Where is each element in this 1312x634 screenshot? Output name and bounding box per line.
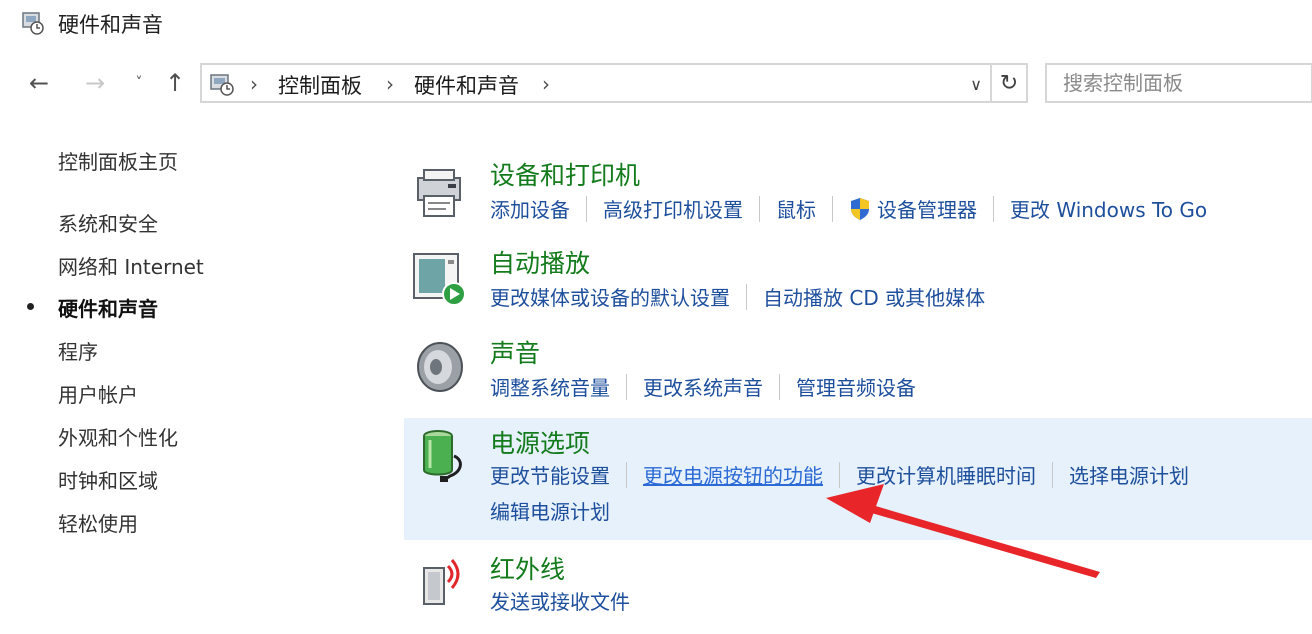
link-divider <box>779 373 780 400</box>
link-change-windows-to-go[interactable]: 更改 Windows To Go <box>1010 194 1207 223</box>
sidebar-home-link[interactable]: 控制面板主页 <box>58 146 178 175</box>
breadcrumb-control-panel[interactable]: 控制面板 <box>278 70 362 100</box>
link-change-system-sounds[interactable]: 更改系统声音 <box>643 372 763 401</box>
link-advanced-printer-setup[interactable]: 高级打印机设置 <box>603 194 743 223</box>
link-divider <box>1052 461 1053 488</box>
link-divider <box>586 195 587 222</box>
link-divider <box>626 461 627 488</box>
link-autoplay-cd[interactable]: 自动播放 CD 或其他媒体 <box>763 282 985 311</box>
refresh-button[interactable]: ↻ <box>992 63 1028 103</box>
battery-icon <box>423 430 462 482</box>
sidebar-item-appearance[interactable]: 外观和个性化 <box>58 422 178 451</box>
sidebar-item-system-security[interactable]: 系统和安全 <box>58 208 158 237</box>
speaker-icon <box>417 342 463 392</box>
category-title-infrared[interactable]: 红外线 <box>490 550 565 586</box>
link-change-power-saving[interactable]: 更改节能设置 <box>490 460 610 489</box>
infrared-icon <box>423 559 460 605</box>
link-add-device[interactable]: 添加设备 <box>490 194 570 223</box>
sidebar-item-user-accounts[interactable]: 用户帐户 <box>58 379 138 408</box>
category-autoplay: 自动播放 更改媒体或设备的默认设置 自动播放 CD 或其他媒体 <box>404 236 1312 326</box>
autoplay-icon <box>413 253 466 306</box>
link-manage-audio-devices[interactable]: 管理音频设备 <box>796 372 916 401</box>
breadcrumb-separator[interactable]: › <box>386 72 394 96</box>
link-edit-power-plan[interactable]: 编辑电源计划 <box>490 496 610 525</box>
sidebar-item-programs[interactable]: 程序 <box>58 336 98 365</box>
current-item-bullet <box>27 303 34 310</box>
link-device-manager-label: 设备管理器 <box>877 198 977 222</box>
link-device-manager[interactable]: 设备管理器 <box>849 194 977 223</box>
category-power-options: 电源选项 更改节能设置 更改电源按钮的功能 更改计算机睡眠时间 选择电源计划 编… <box>404 418 1312 540</box>
category-devices-printers: 设备和打印机 添加设备 高级打印机设置 鼠标 设备管理器 更改 Windows … <box>404 150 1312 236</box>
back-button[interactable]: ← <box>22 68 56 98</box>
search-input[interactable] <box>1045 63 1312 103</box>
link-change-default-media-settings[interactable]: 更改媒体或设备的默认设置 <box>490 282 730 311</box>
breadcrumb-separator[interactable]: › <box>542 72 550 96</box>
category-title-autoplay[interactable]: 自动播放 <box>490 244 590 280</box>
link-mouse[interactable]: 鼠标 <box>776 194 816 223</box>
sidebar-item-clock-region[interactable]: 时钟和区域 <box>58 465 158 494</box>
category-sound: 声音 调整系统音量 更改系统声音 管理音频设备 <box>404 326 1312 414</box>
breadcrumb-separator[interactable]: › <box>250 72 258 96</box>
window-title: 硬件和声音 <box>58 13 163 37</box>
links-power-options-row2: 编辑电源计划 <box>490 496 610 525</box>
category-title-sound[interactable]: 声音 <box>490 334 540 370</box>
sidebar-item-network-internet[interactable]: 网络和 Internet <box>58 251 204 280</box>
up-button[interactable]: ↑ <box>160 68 190 98</box>
link-divider <box>759 195 760 222</box>
link-divider <box>993 195 994 222</box>
control-panel-icon <box>22 12 44 35</box>
link-change-power-button[interactable]: 更改电源按钮的功能 <box>643 460 823 489</box>
printer-icon <box>417 169 461 217</box>
control-panel-icon <box>210 74 234 96</box>
uac-shield-icon <box>851 197 869 220</box>
links-power-options: 更改节能设置 更改电源按钮的功能 更改计算机睡眠时间 选择电源计划 <box>490 460 1189 489</box>
navigation-bar: ← → ˅ ↑ › 控制面板 › 硬件和声音 › ∨ ↻ <box>0 58 1312 112</box>
breadcrumb-hardware-sound[interactable]: 硬件和声音 <box>414 70 519 100</box>
category-title-devices-printers[interactable]: 设备和打印机 <box>490 156 640 192</box>
links-infrared: 发送或接收文件 <box>490 586 630 615</box>
link-adjust-volume[interactable]: 调整系统音量 <box>490 372 610 401</box>
category-title-power-options[interactable]: 电源选项 <box>490 424 590 460</box>
link-divider <box>626 373 627 400</box>
link-send-receive-files[interactable]: 发送或接收文件 <box>490 586 630 615</box>
address-dropdown-button[interactable]: ∨ <box>970 75 982 94</box>
link-change-sleep-time[interactable]: 更改计算机睡眠时间 <box>856 460 1036 489</box>
sidebar-item-ease-of-access[interactable]: 轻松使用 <box>58 508 138 537</box>
category-infrared: 红外线 发送或接收文件 <box>404 542 1312 622</box>
links-autoplay: 更改媒体或设备的默认设置 自动播放 CD 或其他媒体 <box>490 282 985 311</box>
sidebar-item-hardware-sound[interactable]: 硬件和声音 <box>58 293 158 322</box>
address-bar[interactable]: › 控制面板 › 硬件和声音 › ∨ <box>200 63 992 103</box>
link-divider <box>832 195 833 222</box>
link-divider <box>839 461 840 488</box>
forward-button[interactable]: → <box>78 68 112 98</box>
link-divider <box>746 283 747 310</box>
link-choose-power-plan[interactable]: 选择电源计划 <box>1069 460 1189 489</box>
links-sound: 调整系统音量 更改系统声音 管理音频设备 <box>490 372 916 401</box>
recent-locations-button[interactable]: ˅ <box>128 68 150 98</box>
title-bar: 硬件和声音 <box>0 0 1312 50</box>
links-devices-printers: 添加设备 高级打印机设置 鼠标 设备管理器 更改 Windows To Go <box>490 194 1207 223</box>
